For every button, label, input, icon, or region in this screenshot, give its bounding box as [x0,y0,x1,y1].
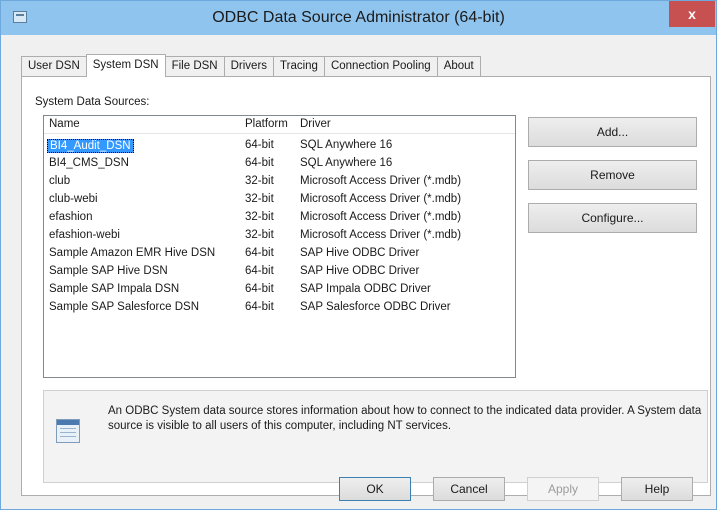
remove-button[interactable]: Remove [528,160,697,190]
list-item[interactable]: Sample SAP Impala DSN 64-bit SAP Impala … [44,282,515,300]
list-item-platform: 32-bit [245,175,274,187]
list-item-platform: 32-bit [245,211,274,223]
list-item-name: Sample Amazon EMR Hive DSN [49,247,216,259]
list-item-platform: 64-bit [245,301,274,313]
list-item-driver: SAP Hive ODBC Driver [300,265,420,277]
tab-strip: User DSN System DSN File DSN Drivers Tra… [21,54,481,77]
list-item[interactable]: efashion 32-bit Microsoft Access Driver … [44,210,515,228]
list-item-driver: SQL Anywhere 16 [300,139,393,151]
list-item-platform: 64-bit [245,157,274,169]
add-button[interactable]: Add... [528,117,697,147]
list-header: Name Platform Driver [44,116,515,134]
column-header-platform[interactable]: Platform [245,118,288,130]
list-item-name: BI4_CMS_DSN [49,157,129,169]
list-item-name: Sample SAP Salesforce DSN [49,301,199,313]
list-item-platform: 64-bit [245,283,274,295]
tab-file-dsn[interactable]: File DSN [164,56,225,77]
help-button[interactable]: Help [621,477,693,501]
list-item-platform: 64-bit [245,139,274,151]
list-item-platform: 64-bit [245,247,274,259]
info-box: An ODBC System data source stores inform… [43,390,708,483]
list-item[interactable]: Sample SAP Hive DSN 64-bit SAP Hive ODBC… [44,264,515,282]
system-data-sources-label: System Data Sources: [35,96,150,108]
close-icon[interactable]: x [669,1,715,27]
list-item-name: club-webi [49,193,98,205]
list-item-name: efashion [49,211,93,223]
list-item-driver: SAP Impala ODBC Driver [300,283,431,295]
list-item-name: BI4_Audit_DSN [47,139,134,153]
list-item[interactable]: Sample Amazon EMR Hive DSN 64-bit SAP Hi… [44,246,515,264]
list-item-name: efashion-webi [49,229,120,241]
title-bar[interactable]: ODBC Data Source Administrator (64-bit) … [1,1,716,35]
tab-tracing[interactable]: Tracing [273,56,325,77]
odbc-admin-window: ODBC Data Source Administrator (64-bit) … [0,0,717,510]
list-item-driver: SAP Hive ODBC Driver [300,247,420,259]
column-header-name[interactable]: Name [49,118,80,130]
list-item-name: Sample SAP Hive DSN [49,265,168,277]
data-sources-list[interactable]: Name Platform Driver BI4_Audit_DSN 64-bi… [43,115,516,378]
configure-button[interactable]: Configure... [528,203,697,233]
tab-system-dsn[interactable]: System DSN [85,54,166,77]
list-item[interactable]: BI4_Audit_DSN 64-bit SQL Anywhere 16 [44,138,515,156]
list-item[interactable]: club-webi 32-bit Microsoft Access Driver… [44,192,515,210]
tab-drivers[interactable]: Drivers [223,56,275,77]
column-header-driver[interactable]: Driver [300,118,331,130]
list-item[interactable]: club 32-bit Microsoft Access Driver (*.m… [44,174,515,192]
apply-button[interactable]: Apply [527,477,599,501]
list-item-driver: Microsoft Access Driver (*.mdb) [300,211,462,223]
window-title: ODBC Data Source Administrator (64-bit) [212,9,505,26]
list-item-name: club [49,175,71,187]
list-item-driver: SQL Anywhere 16 [300,157,393,169]
list-item[interactable]: Sample SAP Salesforce DSN 64-bit SAP Sal… [44,300,515,318]
dialog-client: User DSN System DSN File DSN Drivers Tra… [9,35,711,503]
cancel-button[interactable]: Cancel [433,477,505,501]
list-item-platform: 64-bit [245,265,274,277]
list-item-driver: SAP Salesforce ODBC Driver [300,301,451,313]
data-source-icon [56,419,80,443]
info-description: An ODBC System data source stores inform… [108,405,702,432]
ok-button[interactable]: OK [339,477,411,501]
list-item[interactable]: efashion-webi 32-bit Microsoft Access Dr… [44,228,515,246]
tab-connection-pooling[interactable]: Connection Pooling [323,56,438,77]
list-item-driver: Microsoft Access Driver (*.mdb) [300,175,462,187]
list-item-platform: 32-bit [245,193,274,205]
tab-about[interactable]: About [436,56,481,77]
list-item[interactable]: BI4_CMS_DSN 64-bit SQL Anywhere 16 [44,156,515,174]
list-item-driver: Microsoft Access Driver (*.mdb) [300,229,462,241]
list-item-driver: Microsoft Access Driver (*.mdb) [300,193,462,205]
list-item-platform: 32-bit [245,229,274,241]
tab-user-dsn[interactable]: User DSN [21,56,87,77]
list-item-name: Sample SAP Impala DSN [49,283,180,295]
